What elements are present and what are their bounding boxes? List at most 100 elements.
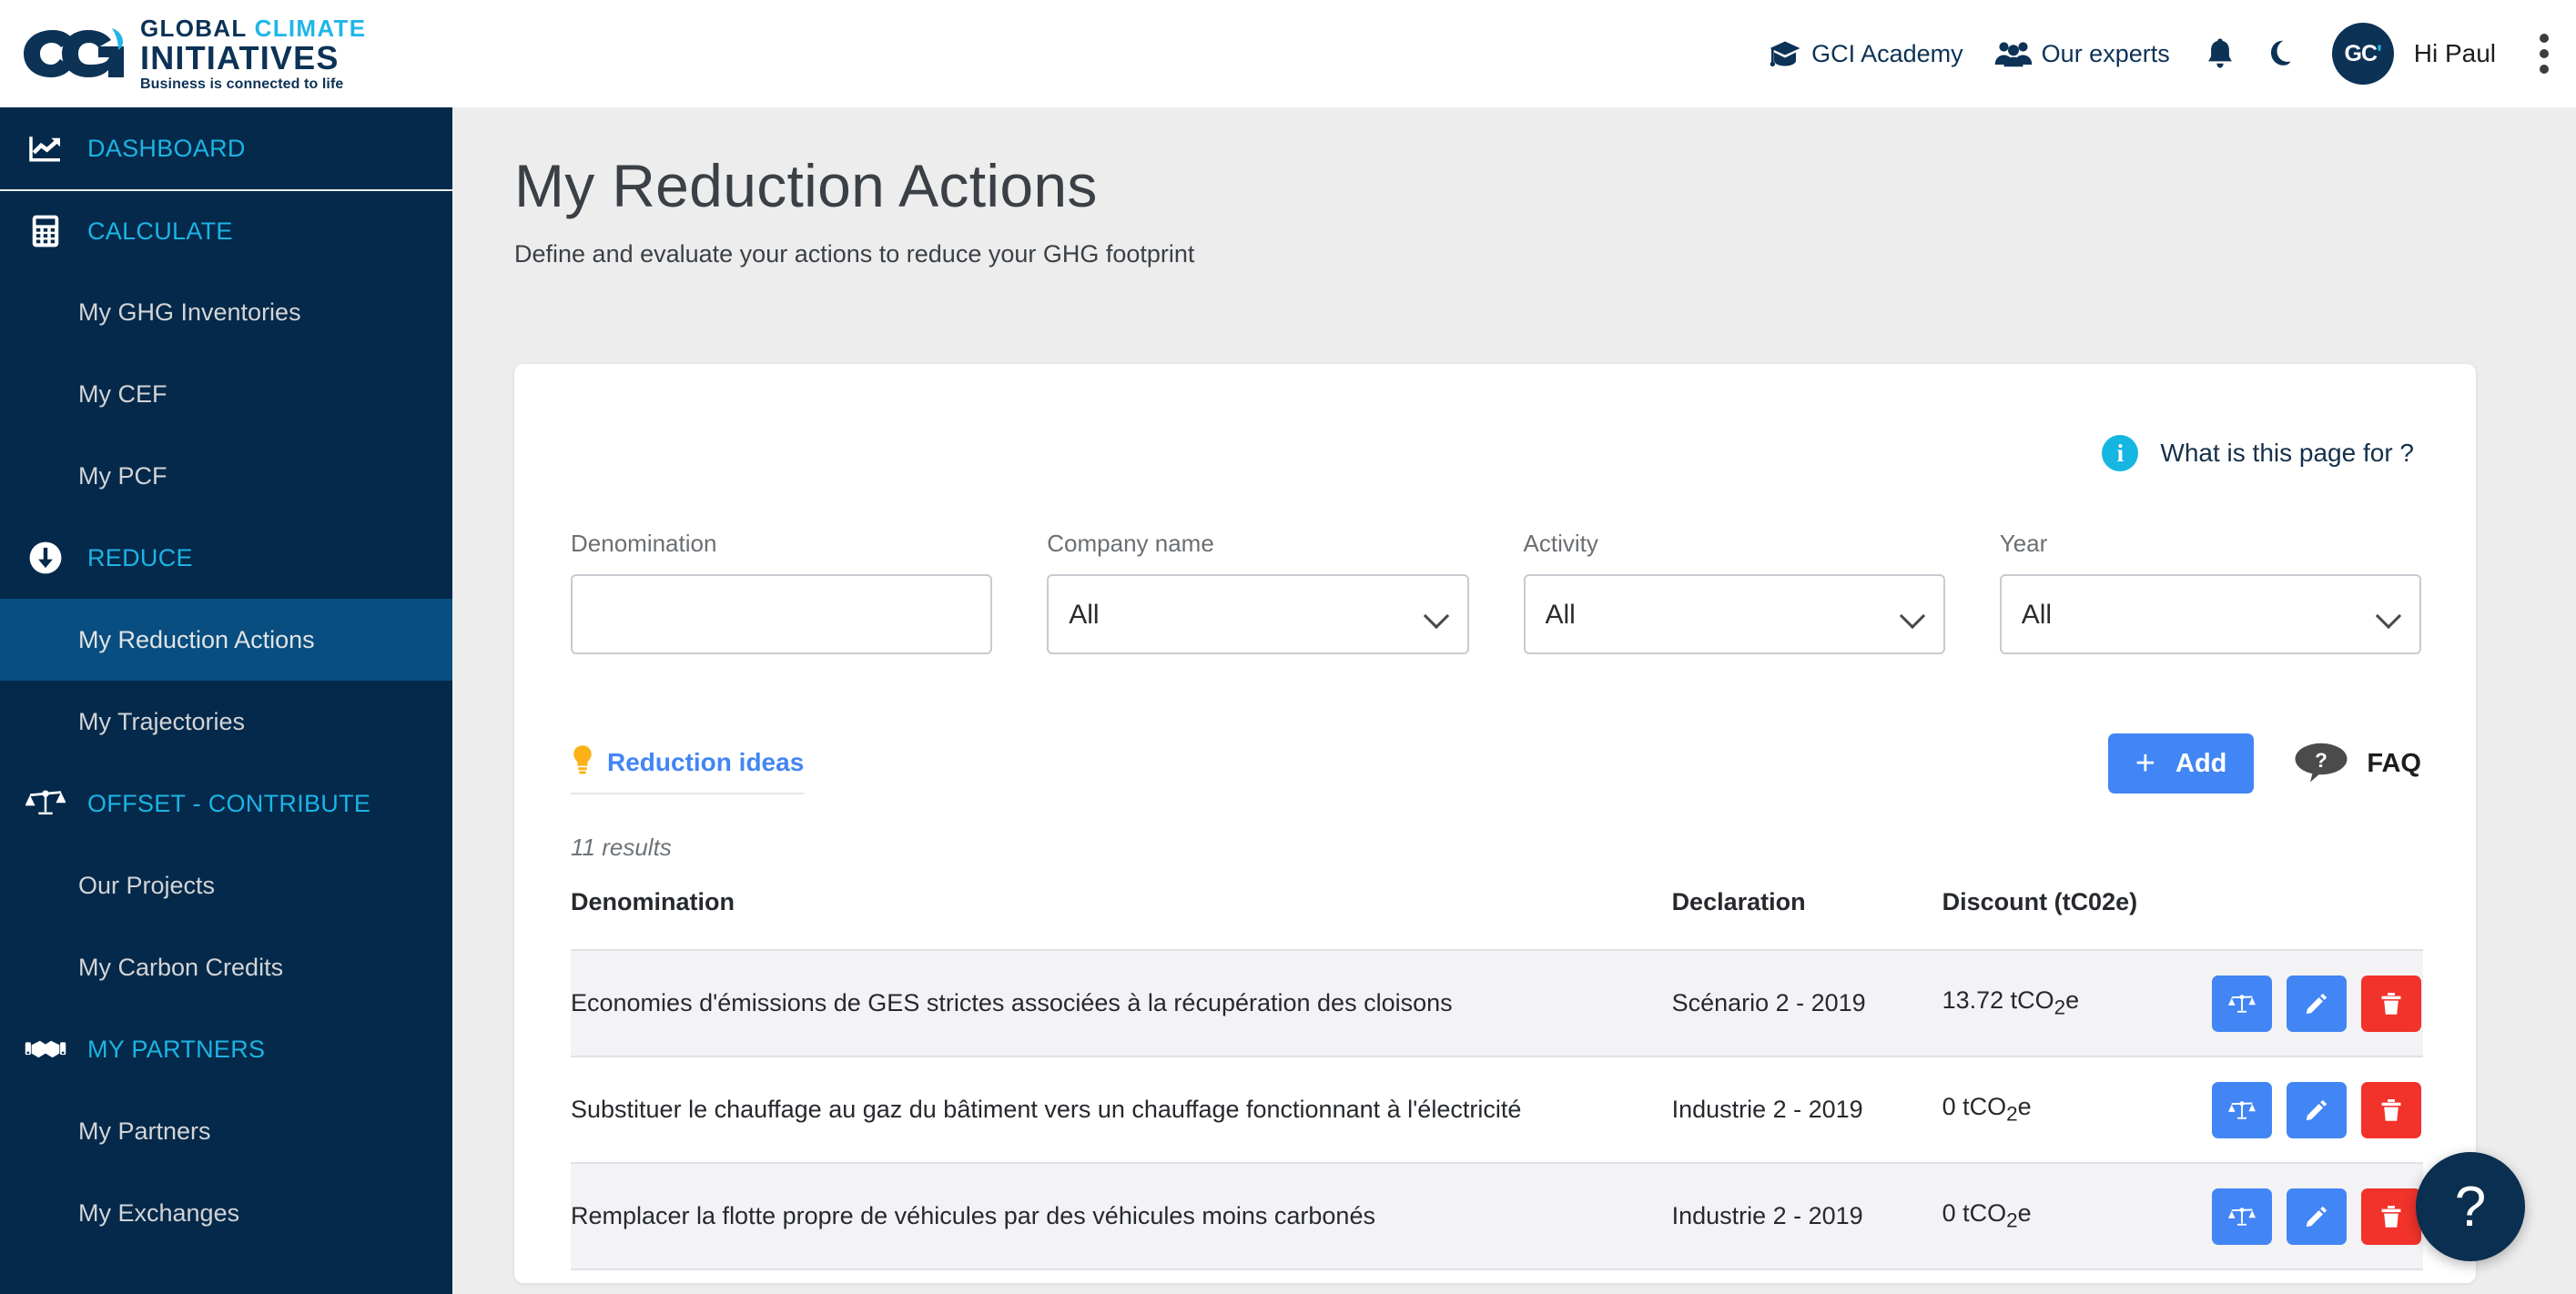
sidebar-item-calculate[interactable]: CALCULATE (0, 189, 452, 271)
svg-text:?: ? (2316, 749, 2328, 772)
delete-trash-button[interactable] (2361, 975, 2421, 1032)
sidebar-label-my-carbon-credits: My Carbon Credits (78, 953, 284, 981)
edit-pencil-button[interactable] (2287, 1188, 2347, 1245)
compare-scales-button[interactable] (2212, 1081, 2272, 1138)
cell-actions (2212, 1269, 2423, 1283)
cell-actions (2212, 1163, 2423, 1269)
table-body: Economies d'émissions de GES strictes as… (571, 950, 2423, 1283)
sidebar-item-reduce[interactable]: REDUCE (0, 517, 452, 599)
compare-scales-button[interactable] (2212, 1188, 2272, 1245)
chevron-down-icon: All (1047, 574, 1469, 654)
kebab-dot (2540, 49, 2549, 58)
sidebar-item-my-cef[interactable]: My CEF (0, 353, 452, 435)
brand-wordmark: GLOBAL CLIMATE INITIATIVES Business is c… (140, 16, 366, 92)
filter-label-year: Year (1999, 530, 2048, 557)
cell-actions (2212, 1056, 2423, 1163)
graduation-cap-icon (1768, 40, 1802, 67)
discount-suffix: e (2017, 1199, 2032, 1228)
brand-global: GLOBAL (140, 14, 248, 42)
sidebar-item-my-partners-section[interactable]: MY PARTNERS (0, 1008, 452, 1090)
faq-button[interactable]: ? FAQ (2294, 741, 2421, 787)
edit-pencil-button[interactable] (2287, 975, 2347, 1032)
sidebar-item-dashboard[interactable]: DASHBOARD (0, 107, 452, 189)
top-header-bar: GLOBAL CLIMATE INITIATIVES Business is c… (0, 0, 2576, 107)
sidebar-label-my-reduction-actions: My Reduction Actions (78, 625, 315, 653)
table-row[interactable]: Remplacer la flotte propre de véhicules … (571, 1163, 2423, 1269)
cell-declaration: Industrie 2 - 2019 (1671, 1096, 1863, 1123)
sidebar-item-our-projects[interactable]: Our Projects (0, 844, 452, 926)
denomination-input[interactable] (571, 574, 993, 654)
row-action-group (2212, 1188, 2423, 1245)
company-name-select[interactable]: All (1047, 574, 1469, 654)
handshake-icon (20, 1036, 71, 1062)
row-action-group (2212, 1081, 2423, 1138)
sidebar-label-my-exchanges: My Exchanges (78, 1198, 240, 1227)
column-header-discount: Discount (tC02e) (1942, 888, 2138, 915)
reduction-actions-table: Denomination Declaration Discount (tC02e… (571, 888, 2423, 1283)
chart-line-icon (20, 134, 71, 163)
sidebar-item-my-exchanges[interactable]: My Exchanges (0, 1172, 452, 1254)
table-row[interactable]: Réduire les déplacements domicile-travai… (571, 1269, 2423, 1283)
brand-climate: CLIMATE (254, 14, 367, 42)
add-button[interactable]: + Add (2107, 733, 2255, 794)
sidebar-label-dashboard: DASHBOARD (87, 134, 246, 162)
brand-logo[interactable]: GLOBAL CLIMATE INITIATIVES Business is c… (20, 16, 366, 92)
plus-icon: + (2135, 744, 2155, 783)
column-header-declaration: Declaration (1671, 888, 1806, 915)
cell-discount: 0 tCO2e (1942, 1163, 2212, 1269)
sidebar-item-my-carbon-credits[interactable]: My Carbon Credits (0, 926, 452, 1008)
gci-academy-label: GCI Academy (1811, 39, 1963, 67)
sidebar-item-offset-contribute[interactable]: OFFSET - CONTRIBUTE (0, 763, 452, 844)
notifications-bell-button[interactable] (2206, 37, 2234, 70)
sidebar-label-my-partners: My Partners (78, 1117, 211, 1145)
overflow-menu-button[interactable] (2536, 30, 2552, 77)
cell-denomination: Economies d'émissions de GES strictes as… (571, 989, 1453, 1016)
kebab-dot (2540, 65, 2549, 74)
sidebar-label-offset-contribute: OFFSET - CONTRIBUTE (87, 789, 371, 817)
discount-value: 13.72 tCO (1942, 986, 2054, 1015)
activity-select[interactable]: All (1523, 574, 1945, 654)
table-row[interactable]: Substituer le chauffage au gaz du bâtime… (571, 1056, 2423, 1163)
compare-scales-button[interactable] (2212, 975, 2272, 1032)
gci-academy-link[interactable]: GCI Academy (1768, 40, 1963, 68)
user-avatar[interactable]: GC ' (2331, 23, 2394, 85)
cell-discount: 41.48 tCO2e (1942, 1269, 2212, 1283)
sidebar-item-my-pcf[interactable]: My PCF (0, 435, 452, 517)
sidebar-label-my-ghg-inventories: My GHG Inventories (78, 298, 301, 326)
table-head: Denomination Declaration Discount (tC02e… (571, 888, 2423, 950)
delete-trash-button[interactable] (2361, 1188, 2421, 1245)
add-button-label: Add (2175, 748, 2227, 778)
sidebar-label-reduce: REDUCE (87, 543, 193, 571)
reduction-actions-card: i What is this page for ? Denomination C… (514, 364, 2476, 1283)
people-icon (1994, 40, 2033, 67)
our-experts-link[interactable]: Our experts (1994, 40, 2170, 68)
results-count: 11 results (571, 834, 672, 861)
question-mark-icon: ? (2454, 1175, 2487, 1238)
delete-trash-button[interactable] (2361, 1081, 2421, 1138)
help-link-label: What is this page for ? (2160, 439, 2414, 467)
discount-suffix: e (2065, 986, 2080, 1015)
table-row[interactable]: Economies d'émissions de GES strictes as… (571, 950, 2423, 1056)
left-sidebar: DASHBOARD CALCULATE My GHG Inventories M… (0, 107, 452, 1294)
our-experts-label: Our experts (2041, 39, 2170, 67)
edit-pencil-button[interactable] (2287, 1081, 2347, 1138)
sidebar-item-my-reduction-actions[interactable]: My Reduction Actions (0, 599, 452, 681)
info-icon: i (2102, 435, 2139, 471)
what-is-this-page-for-link[interactable]: i What is this page for ? (2102, 435, 2414, 471)
filter-company-name: Company name All (1047, 530, 1469, 654)
cell-actions (2212, 950, 2423, 1056)
sidebar-item-my-partners[interactable]: My Partners (0, 1090, 452, 1172)
cell-declaration: Industrie 2 - 2019 (1672, 1269, 1942, 1283)
dark-mode-toggle[interactable] (2270, 38, 2296, 69)
reduction-ideas-link[interactable]: Reduction ideas (571, 744, 805, 794)
sidebar-item-my-trajectories[interactable]: My Trajectories (0, 681, 452, 763)
discount-subscript: 2 (2006, 1208, 2018, 1232)
sidebar-item-my-ghg-inventories[interactable]: My GHG Inventories (0, 271, 452, 353)
sidebar-label-calculate: CALCULATE (87, 217, 233, 245)
filter-activity: Activity All (1523, 530, 1945, 654)
year-select[interactable]: All (1999, 574, 2421, 654)
scales-balance-icon (20, 788, 71, 819)
brand-tagline: Business is connected to life (140, 76, 344, 92)
gci-logo-icon (24, 28, 124, 77)
help-floating-button[interactable]: ? (2416, 1152, 2525, 1261)
